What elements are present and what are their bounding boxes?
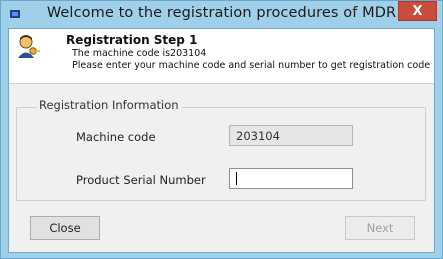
machine-code-label: Machine code [76, 130, 156, 144]
user-key-icon [14, 33, 40, 59]
close-icon[interactable]: X [398, 1, 437, 21]
step-header: Registration Step 1 The machine code is2… [9, 29, 434, 84]
dialog-client: Registration Step 1 The machine code is2… [8, 28, 435, 253]
machine-code-field: 203104 [229, 125, 353, 146]
machine-code-notice: The machine code is203104 [72, 48, 207, 59]
registration-window: Welcome to the registration procedures o… [0, 0, 443, 259]
next-button[interactable]: Next [345, 216, 415, 240]
group-legend: Registration Information [37, 98, 181, 112]
step-title: Registration Step 1 [66, 33, 198, 47]
title-bar[interactable]: Welcome to the registration procedures o… [1, 1, 442, 27]
serial-number-label: Product Serial Number [76, 173, 206, 187]
window-title: Welcome to the registration procedures o… [46, 5, 397, 21]
close-button[interactable]: Close [30, 216, 100, 240]
serial-number-input[interactable] [229, 168, 353, 189]
instruction-text: Please enter your machine code and seria… [72, 60, 431, 71]
text-caret [236, 172, 237, 185]
